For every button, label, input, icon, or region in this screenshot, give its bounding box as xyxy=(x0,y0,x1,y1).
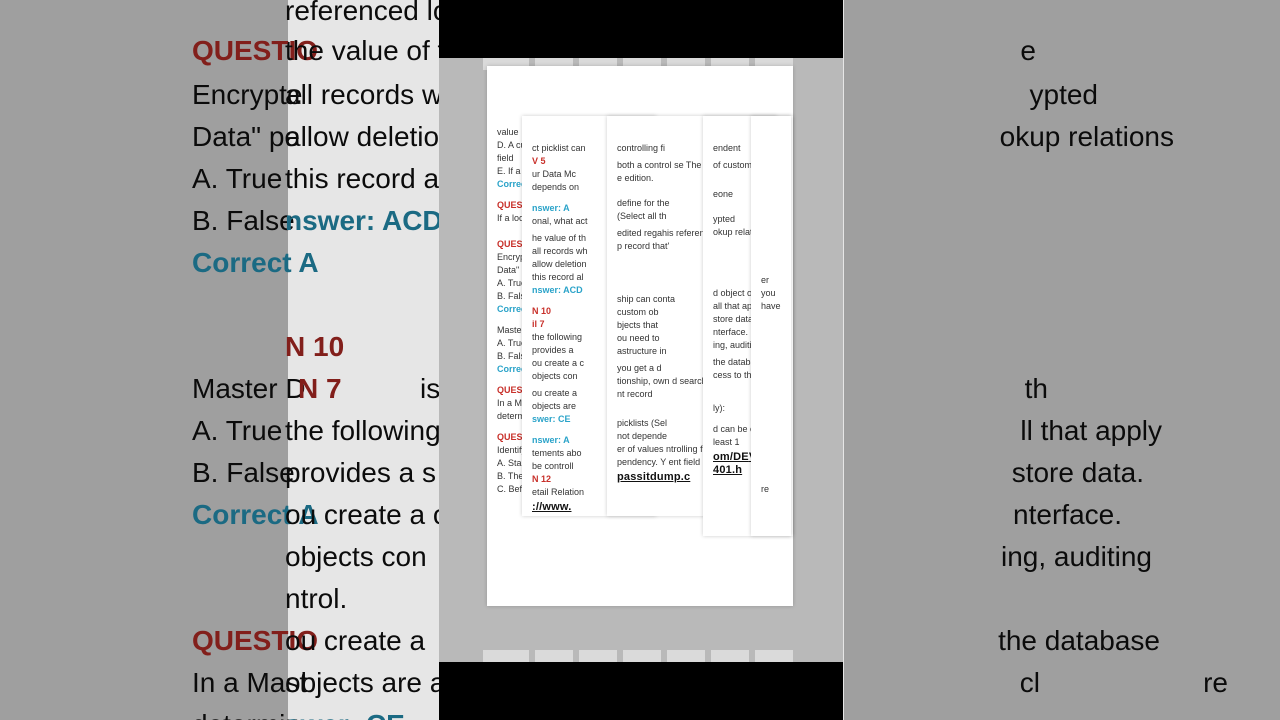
bg-text: okup relations xyxy=(1000,116,1174,158)
stage: referenced lo QUESTIO the value of th En… xyxy=(0,0,1280,720)
question-n7: N 7 xyxy=(298,368,342,410)
page-shadow xyxy=(623,650,661,662)
bg-text: ing, auditing xyxy=(1001,536,1152,578)
bg-text: all records wh xyxy=(285,74,458,116)
bg-text: referenced lo xyxy=(285,0,448,32)
page-shadow xyxy=(711,650,749,662)
answer-ce: swer: CE xyxy=(285,704,405,720)
bg-text: e xyxy=(1020,30,1036,72)
bg-text: objects con xyxy=(285,536,427,578)
bg-text: allow deletion xyxy=(285,116,455,158)
url-link[interactable]: passit xyxy=(617,471,650,483)
doc-page-5: er you have re tml xyxy=(751,116,791,536)
correct-answer: Correct A xyxy=(192,242,319,284)
bg-text: is xyxy=(420,368,440,410)
bg-text: Data" pe xyxy=(192,116,300,158)
bg-text: cl xyxy=(1020,662,1040,704)
txt: d search xyxy=(672,376,707,386)
bg-text: th xyxy=(1025,368,1048,410)
url-link[interactable]: om/DE xyxy=(713,451,749,463)
option-a-true: A. True xyxy=(192,158,282,200)
bg-text: the following xyxy=(285,410,441,452)
bg-text: ll that apply xyxy=(1020,410,1162,452)
bg-text: store data. xyxy=(1012,452,1144,494)
bg-text: the value of th xyxy=(285,30,461,72)
page-shadow xyxy=(535,650,573,662)
page-shadow xyxy=(579,650,617,662)
txt: er of values xyxy=(617,444,664,454)
page-shadow xyxy=(755,650,793,662)
center-column: value D. A custo field E. If a fiel Corr… xyxy=(439,0,843,720)
bg-text: objects are a xyxy=(285,662,445,704)
option-a-true: A. True xyxy=(192,410,282,452)
txt: er you have xyxy=(761,274,781,313)
txt: tionship, own xyxy=(617,376,670,386)
bg-text: ou create a c xyxy=(285,494,447,536)
page-shadow xyxy=(667,650,705,662)
bg-text: ou create a xyxy=(285,620,425,662)
page-shadow xyxy=(483,650,529,662)
bg-left-layer: referenced lo QUESTIO the value of th En… xyxy=(0,0,288,720)
center-viewport: value D. A custo field E. If a fiel Corr… xyxy=(439,58,843,662)
bg-text: the database xyxy=(998,620,1160,662)
bg-text: ypted xyxy=(1030,74,1099,116)
url-link[interactable]: dump.c xyxy=(650,471,690,483)
bg-text: ntrol. xyxy=(285,578,347,620)
bg-text: re xyxy=(1203,662,1228,704)
txt: edited rega xyxy=(617,228,662,238)
txt: re xyxy=(761,483,781,496)
txt: both a control xyxy=(617,160,672,170)
txt: least 1 xyxy=(713,437,740,447)
option-b-false: B. False xyxy=(192,452,295,494)
bg-text: Master D xyxy=(192,368,306,410)
bg-text: nterface. xyxy=(1013,494,1122,536)
bg-text: this record al xyxy=(285,158,445,200)
option-b-false: B. False xyxy=(192,200,295,242)
answer-acd: nswer: ACD xyxy=(285,200,443,242)
bg-right-layer: e ypted okup relations th ll that apply … xyxy=(844,0,1280,720)
url-link[interactable]: ://www. xyxy=(532,501,572,513)
question-n10: N 10 xyxy=(285,326,344,368)
bg-text: provides a s xyxy=(285,452,436,494)
txt: pendency. Y xyxy=(617,457,666,467)
